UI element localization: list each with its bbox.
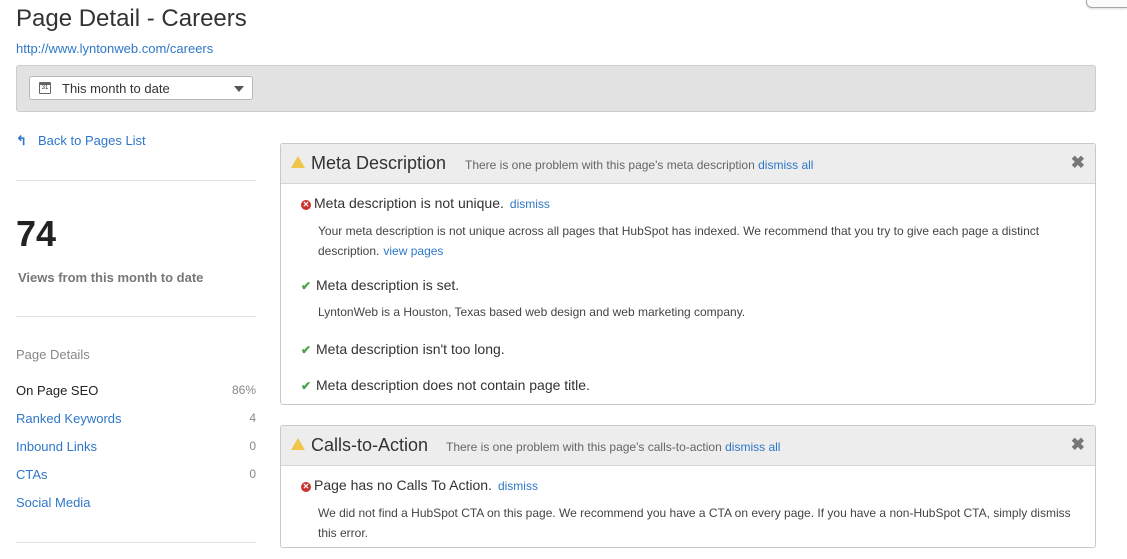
view-pages-link[interactable]: view pages: [383, 244, 443, 258]
detail-item-label: CTAs: [16, 467, 48, 482]
calls-to-action-panel: Calls-to-Action There is one problem wit…: [280, 425, 1096, 548]
check-title: Meta description does not contain page t…: [316, 377, 590, 393]
check-item-error: ✕ Meta description is not unique. dismiss: [301, 195, 550, 211]
dismiss-link[interactable]: dismiss: [498, 479, 538, 493]
meta-description-panel: Meta Description There is one problem wi…: [280, 143, 1096, 405]
check-title: Meta description is not unique.: [314, 195, 504, 211]
close-icon[interactable]: ✖: [1071, 435, 1085, 455]
check-item-ok: ✔ Meta description is set.: [301, 277, 459, 293]
divider: [16, 180, 256, 181]
check-item-ok: ✔ Meta description does not contain page …: [301, 377, 590, 393]
date-range-select[interactable]: 31 This month to date: [29, 76, 253, 100]
check-icon: ✔: [301, 343, 312, 357]
warning-icon: [291, 156, 305, 168]
close-icon[interactable]: ✖: [1071, 153, 1085, 173]
check-description: Your meta description is not unique acro…: [318, 221, 1078, 261]
panel-header: Calls-to-Action There is one problem wit…: [281, 426, 1095, 466]
check-icon: ✔: [301, 279, 312, 293]
error-icon: ✕: [301, 200, 311, 210]
error-icon: ✕: [301, 482, 311, 492]
chevron-down-icon: [234, 86, 244, 92]
panel-title: Meta Description: [311, 153, 447, 173]
detail-item-value: 86%: [231, 383, 256, 397]
page-title: Page Detail - Careers: [16, 5, 247, 32]
detail-item-label: On Page SEO: [16, 383, 99, 398]
check-item-error: ✕ Page has no Calls To Action. dismiss: [301, 477, 538, 493]
panel-message-text: There is one problem with this page's me…: [465, 158, 755, 172]
panel-header: Meta Description There is one problem wi…: [281, 144, 1095, 184]
window-corner: [1086, 0, 1127, 8]
check-description: We did not find a HubSpot CTA on this pa…: [318, 506, 1071, 540]
dismiss-all-link[interactable]: dismiss all: [725, 440, 780, 454]
dismiss-all-link[interactable]: dismiss all: [758, 158, 813, 172]
detail-item-value: 0: [249, 439, 256, 453]
detail-item-label: Ranked Keywords: [16, 411, 122, 426]
date-range-label: This month to date: [62, 81, 170, 96]
check-title: Page has no Calls To Action.: [314, 477, 492, 493]
back-to-pages-link[interactable]: ↰ Back to Pages List: [16, 133, 146, 149]
detail-item-label: Inbound Links: [16, 439, 97, 454]
divider: [16, 542, 256, 543]
back-link-label: Back to Pages List: [38, 133, 146, 148]
back-arrow-icon: ↰: [16, 133, 27, 148]
filter-bar: 31 This month to date: [16, 65, 1096, 112]
check-item-ok: ✔ Meta description isn't too long.: [301, 341, 505, 357]
panel-message-text: There is one problem with this page's ca…: [446, 440, 722, 454]
divider: [16, 316, 256, 317]
detail-item-social-media[interactable]: Social Media: [16, 495, 256, 513]
check-icon: ✔: [301, 379, 312, 393]
check-title: Meta description is set.: [316, 277, 460, 293]
detail-item-ranked-keywords[interactable]: Ranked Keywords 4: [16, 411, 256, 429]
check-title: Meta description isn't too long.: [316, 341, 505, 357]
detail-item-on-page-seo[interactable]: On Page SEO 86%: [16, 383, 256, 401]
calendar-icon: 31: [39, 82, 51, 94]
detail-item-value: 0: [249, 467, 256, 481]
detail-item-value: 4: [249, 411, 256, 425]
detail-item-label: Social Media: [16, 495, 91, 510]
views-count: 74: [16, 213, 57, 254]
page-url-link[interactable]: http://www.lyntonweb.com/careers: [16, 41, 213, 56]
detail-item-inbound-links[interactable]: Inbound Links 0: [16, 439, 256, 457]
warning-icon: [291, 438, 305, 450]
page-details-heading: Page Details: [16, 347, 90, 362]
panel-title: Calls-to-Action: [311, 435, 429, 455]
panel-message: There is one problem with this page's ca…: [446, 440, 780, 454]
detail-item-ctas[interactable]: CTAs 0: [16, 467, 256, 485]
dismiss-link[interactable]: dismiss: [510, 197, 550, 211]
check-description: LyntonWeb is a Houston, Texas based web …: [318, 305, 746, 319]
views-label: Views from this month to date: [18, 270, 204, 285]
panel-message: There is one problem with this page's me…: [465, 158, 813, 172]
